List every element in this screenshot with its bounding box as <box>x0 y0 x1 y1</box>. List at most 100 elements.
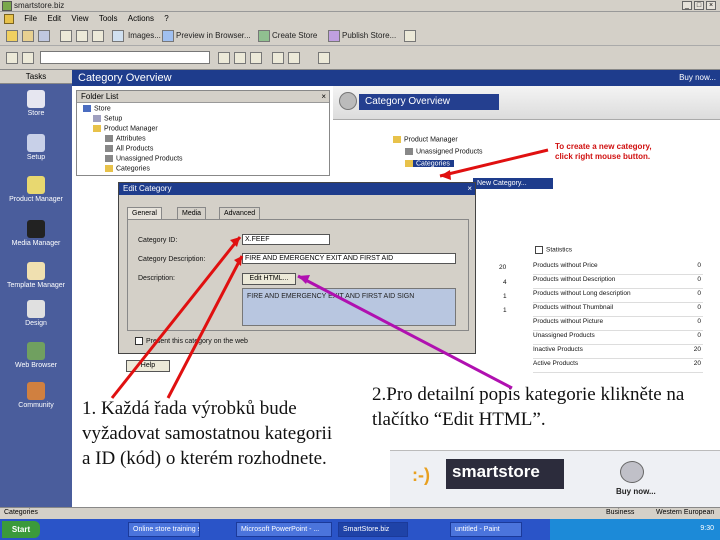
checkbox-icon[interactable] <box>535 246 543 254</box>
forward-icon[interactable] <box>22 52 34 64</box>
left-count-1: 4 <box>503 279 507 286</box>
sidebar-item-community[interactable]: Community <box>0 382 72 409</box>
overview-title: Category Overview <box>359 94 499 110</box>
grid-icon[interactable] <box>234 52 246 64</box>
menu-bar: File Edit View Tools Actions ? <box>0 12 720 26</box>
tree-item-product-manager[interactable]: Product Manager <box>93 125 158 132</box>
publish-store-button[interactable]: Publish Store... <box>342 31 396 40</box>
new-icon[interactable] <box>6 30 18 42</box>
category-description-field[interactable]: FIRE AND EMERGENCY EXIT AND FIRST AID <box>242 253 456 264</box>
maximize-button[interactable]: □ <box>694 1 704 10</box>
toolbar-secondary <box>0 46 720 70</box>
help-icon[interactable] <box>404 30 416 42</box>
list-icon[interactable] <box>250 52 262 64</box>
description-label: Description: <box>138 275 175 282</box>
edit-category-dialog: Edit Category × General Media Advanced C… <box>118 182 476 354</box>
web-browser-icon <box>27 342 45 360</box>
buy-now-link[interactable]: Buy now... <box>679 73 716 82</box>
save-icon[interactable] <box>38 30 50 42</box>
statistics-header: Statistics <box>535 246 572 254</box>
close-icon[interactable]: × <box>467 183 472 195</box>
copy-icon[interactable] <box>76 30 88 42</box>
task-paint[interactable]: untitled - Paint <box>450 522 522 537</box>
sidebar-item-store[interactable]: Store <box>0 90 72 117</box>
note-1: 1. Každá řada výrobků bude vyžadovat sam… <box>82 398 333 469</box>
create-store-icon[interactable] <box>258 30 270 42</box>
task-powerpoint[interactable]: Microsoft PowerPoint - ... <box>236 522 332 537</box>
view-icon[interactable] <box>218 52 230 64</box>
tree-item-categories[interactable]: Categories <box>105 165 150 172</box>
category-id-field[interactable]: X.FEEF <box>242 234 330 245</box>
note-2: 2.Pro detailní popis kategorie klikněte … <box>372 384 685 430</box>
title-bar: smartstore.biz _ □ × <box>0 0 720 12</box>
menu-file[interactable]: File <box>24 12 37 26</box>
create-store-button[interactable]: Create Store <box>272 31 317 40</box>
present-on-web-checkbox[interactable]: Present this category on the web <box>135 337 248 345</box>
paste-icon[interactable] <box>92 30 104 42</box>
buy-now-banner[interactable]: Buy now... <box>616 487 656 496</box>
task-smartstore[interactable]: SmartStore.biz <box>338 522 408 537</box>
sidebar-item-web-browser[interactable]: Web Browser <box>0 342 72 369</box>
open-icon[interactable] <box>22 30 34 42</box>
menu-tools[interactable]: Tools <box>99 12 118 26</box>
tab-general[interactable]: General <box>127 207 162 219</box>
close-button[interactable]: × <box>706 1 716 10</box>
stat-row: Products without Description 0 <box>533 276 703 289</box>
task-online-store[interactable]: Online store training sec <box>128 522 200 537</box>
stat-row: Products without Long description 0 <box>533 290 703 303</box>
folder-icon <box>93 125 101 132</box>
stat-row: Unassigned Products 0 <box>533 332 703 345</box>
stat-row: Active Products 20 <box>533 360 703 373</box>
tree-item-attributes[interactable]: Attributes <box>105 135 146 142</box>
sidebar-item-setup[interactable]: Setup <box>0 134 72 161</box>
tree-item-unassigned-products[interactable]: Unassigned Products <box>105 155 183 162</box>
preview-icon[interactable] <box>162 30 174 42</box>
dialog-title-bar: Edit Category × <box>119 183 475 195</box>
app-menu-icon[interactable] <box>4 14 14 24</box>
tab-media[interactable]: Media <box>177 207 207 219</box>
folder-icon <box>405 160 413 167</box>
overview-tree-unassigned[interactable]: Unassigned Products <box>405 148 483 155</box>
edit-html-button[interactable]: Edit HTML... <box>242 273 296 285</box>
help-button[interactable]: Help <box>126 360 170 372</box>
images-icon[interactable] <box>112 30 124 42</box>
tree-item-setup[interactable]: Setup <box>93 115 122 122</box>
minimize-button[interactable]: _ <box>682 1 692 10</box>
folder-list: Folder List × Store Setup Product Manage… <box>76 90 330 176</box>
window-title: smartstore.biz <box>14 1 65 10</box>
folder-icon <box>105 165 113 172</box>
toolbar: Images... Preview in Browser... Create S… <box>0 26 720 46</box>
start-button[interactable]: Start <box>2 521 40 538</box>
up-icon[interactable] <box>272 52 284 64</box>
publish-icon[interactable] <box>328 30 340 42</box>
arrow-icon[interactable] <box>318 52 330 64</box>
back-icon[interactable] <box>6 52 18 64</box>
tree-item-all-products[interactable]: All Products <box>105 145 153 152</box>
smartstore-banner: :-) smartstore Buy now... <box>390 450 720 508</box>
overview-tree-categories[interactable]: Categories <box>405 160 454 168</box>
sidebar-item-media-manager[interactable]: Media Manager <box>0 220 72 247</box>
close-icon[interactable]: × <box>321 91 326 103</box>
location-combo[interactable] <box>40 51 210 64</box>
menu-view[interactable]: View <box>71 12 88 26</box>
preview-button[interactable]: Preview in Browser... <box>176 31 251 40</box>
cut-icon[interactable] <box>60 30 72 42</box>
overview-tree-product-manager[interactable]: Product Manager <box>393 136 458 143</box>
attributes-icon <box>105 135 113 142</box>
menu-actions[interactable]: Actions <box>128 12 154 26</box>
sidebar-item-template-manager[interactable]: Template Manager <box>0 262 72 289</box>
store-icon <box>27 90 45 108</box>
sidebar-item-product-manager[interactable]: Product Manager <box>0 176 72 203</box>
checkbox-icon[interactable] <box>135 337 143 345</box>
menu-edit[interactable]: Edit <box>47 12 61 26</box>
hint-text: To create a new category, click right mo… <box>555 142 652 161</box>
left-count-2: 1 <box>503 293 507 300</box>
tree-item-store[interactable]: Store <box>83 105 111 112</box>
sidebar-item-design[interactable]: Design <box>0 300 72 327</box>
left-count-0: 20 <box>499 264 507 271</box>
down-icon[interactable] <box>288 52 300 64</box>
context-menu-new-category[interactable]: New Category... <box>473 178 553 189</box>
tab-advanced[interactable]: Advanced <box>219 207 261 219</box>
menu-help[interactable]: ? <box>164 12 168 26</box>
images-button[interactable]: Images... <box>128 31 161 40</box>
